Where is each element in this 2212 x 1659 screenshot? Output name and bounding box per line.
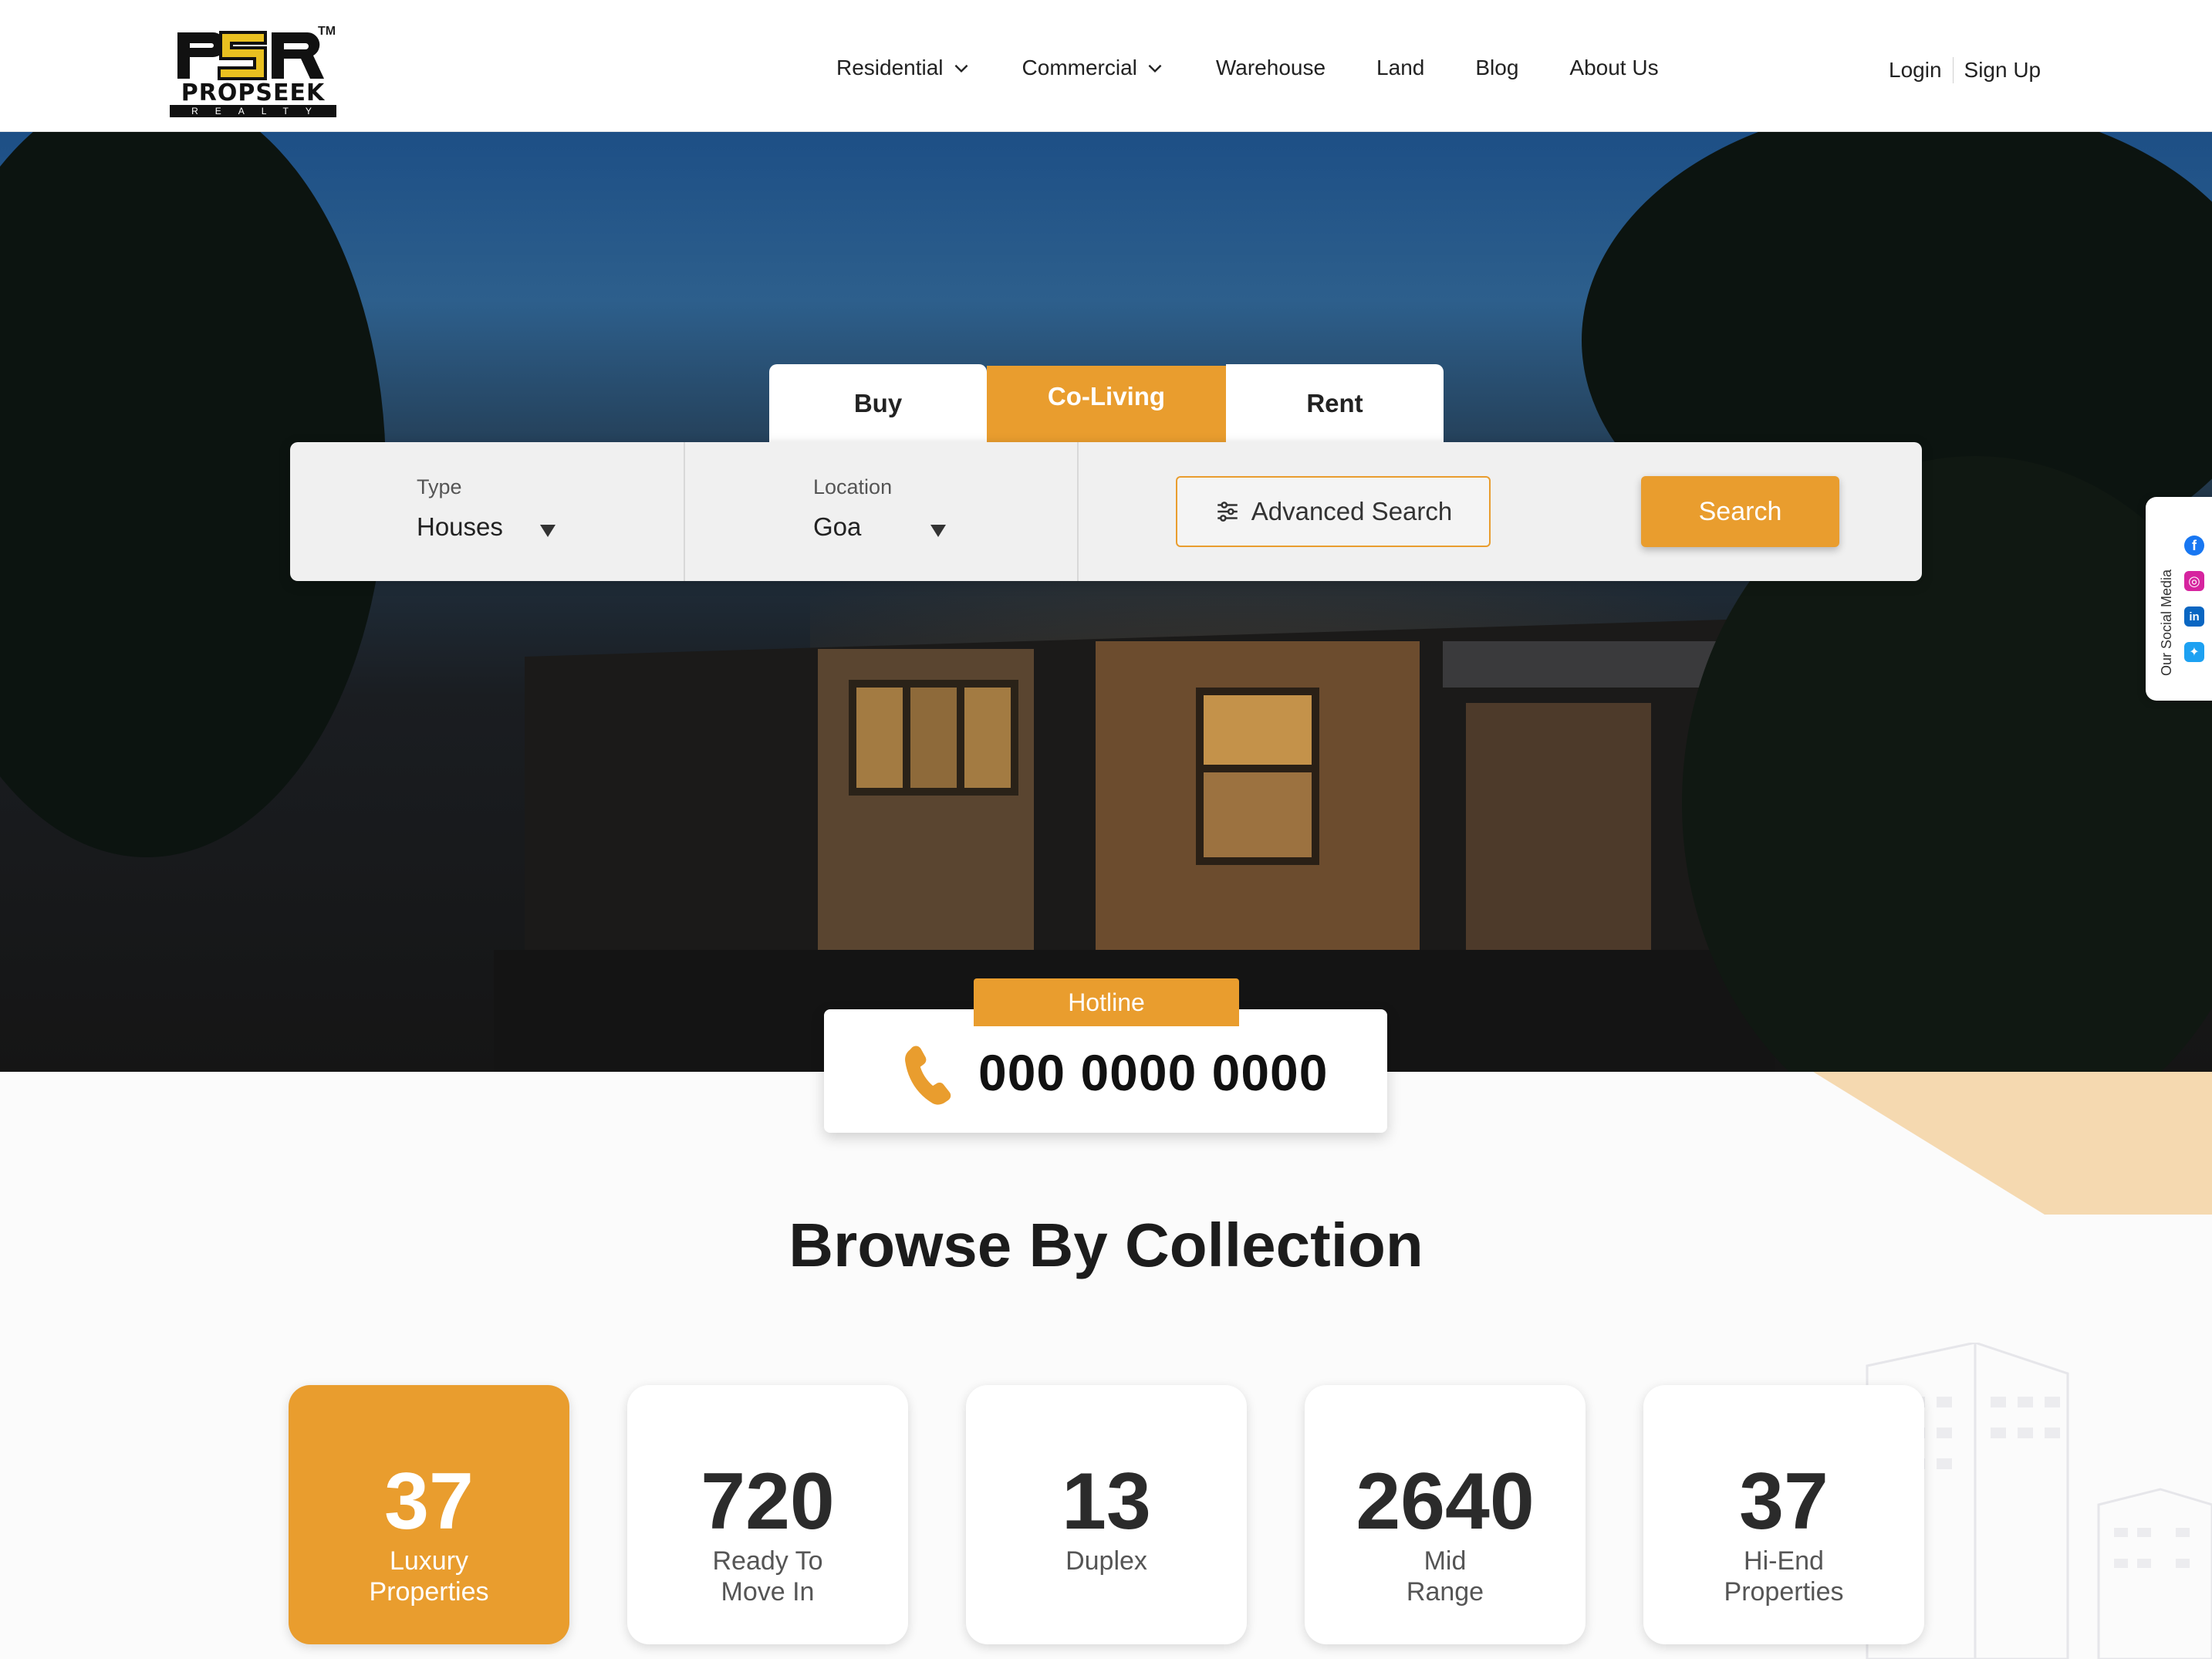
collection-label-line: Luxury bbox=[389, 1546, 469, 1576]
social-media-sidebar: Our Social Media f ◎ in ✦ bbox=[2146, 497, 2212, 701]
social-media-label: Our Social Media bbox=[2159, 569, 2174, 676]
location-label: Location bbox=[813, 475, 893, 498]
hotline-number: 000 0000 0000 bbox=[978, 1044, 1329, 1101]
nav-label: About Us bbox=[1569, 56, 1659, 79]
chevron-down-icon bbox=[954, 64, 968, 73]
nav-label: Land bbox=[1376, 56, 1425, 79]
collection-label-line: Hi-End bbox=[1744, 1546, 1824, 1576]
type-label: Type bbox=[417, 475, 462, 498]
brand-name: PROPSEEK bbox=[181, 79, 326, 106]
advanced-search-button[interactable]: Advanced Search bbox=[1176, 476, 1491, 547]
decorative-wedge bbox=[1813, 1072, 2212, 1215]
collection-label-line: Duplex bbox=[1065, 1546, 1147, 1576]
collection-count: 37 bbox=[1739, 1457, 1829, 1546]
instagram-icon[interactable]: ◎ bbox=[2184, 571, 2204, 591]
nav-residential[interactable]: Residential bbox=[836, 56, 971, 80]
twitter-icon[interactable]: ✦ bbox=[2184, 642, 2204, 662]
type-value: Houses bbox=[417, 512, 503, 541]
nav-label: Blog bbox=[1475, 56, 1519, 79]
caret-down-icon bbox=[930, 525, 946, 537]
nav-label: Warehouse bbox=[1215, 56, 1326, 79]
listing-mode-tabs: Buy Co-Living Rent bbox=[769, 364, 1444, 443]
chevron-down-icon bbox=[1148, 64, 1162, 73]
search-button[interactable]: Search bbox=[1641, 476, 1839, 547]
collection-label-line: Ready To bbox=[712, 1546, 823, 1576]
auth-divider bbox=[1952, 57, 1954, 83]
nav-warehouse[interactable]: Warehouse bbox=[1216, 56, 1326, 80]
sliders-icon bbox=[1217, 502, 1238, 522]
collection-label: Ready To Move In bbox=[627, 1546, 908, 1607]
nav-about-us[interactable]: About Us bbox=[1569, 56, 1658, 80]
collection-label: Luxury Properties bbox=[289, 1546, 569, 1607]
facebook-icon[interactable]: f bbox=[2184, 536, 2204, 556]
signup-link[interactable]: Sign Up bbox=[1964, 58, 2041, 83]
hero-banner bbox=[0, 132, 2212, 1072]
nav-blog[interactable]: Blog bbox=[1475, 56, 1518, 80]
collection-label-line: Range bbox=[1406, 1577, 1484, 1607]
collection-label-line: Mid bbox=[1423, 1546, 1467, 1576]
nav-commercial[interactable]: Commercial bbox=[1022, 56, 1165, 80]
collection-card-mid-range[interactable]: 2640 Mid Range bbox=[1305, 1385, 1586, 1644]
tab-rent[interactable]: Rent bbox=[1226, 364, 1444, 443]
collection-label-line: Properties bbox=[1724, 1577, 1844, 1607]
phone-icon bbox=[905, 1046, 951, 1105]
collection-card-duplex[interactable]: 13 Duplex bbox=[966, 1385, 1247, 1644]
tab-co-living[interactable]: Co-Living bbox=[987, 366, 1226, 443]
collection-card-ready-to-move-in[interactable]: 720 Ready To Move In bbox=[627, 1385, 908, 1644]
type-select[interactable]: Type Houses bbox=[386, 463, 571, 556]
tab-buy[interactable]: Buy bbox=[769, 364, 987, 443]
caret-down-icon bbox=[540, 525, 556, 537]
collection-label: Hi-End Properties bbox=[1643, 1546, 1924, 1607]
location-select[interactable]: Location Goa bbox=[782, 463, 968, 556]
trademark: TM bbox=[318, 25, 336, 38]
hotline-box[interactable]: 000 0000 0000 bbox=[824, 1009, 1387, 1133]
section-title: Browse By Collection bbox=[789, 1211, 1423, 1279]
main-nav: Residential Commercial Warehouse Land Bl… bbox=[836, 56, 1710, 80]
hotline-tag: Hotline bbox=[974, 978, 1239, 1026]
psr-logo-mark bbox=[173, 31, 327, 80]
nav-land[interactable]: Land bbox=[1376, 56, 1424, 80]
collection-count: 37 bbox=[384, 1457, 474, 1546]
collection-count: 2640 bbox=[1356, 1457, 1535, 1546]
site-header: TM PROPSEEK REALTY Residential Commercia… bbox=[0, 0, 2212, 132]
collection-label-line: Properties bbox=[369, 1577, 489, 1607]
nav-label: Commercial bbox=[1022, 56, 1137, 79]
collection-count: 720 bbox=[701, 1457, 835, 1546]
search-divider bbox=[1077, 442, 1079, 581]
linkedin-icon[interactable]: in bbox=[2184, 606, 2204, 627]
advanced-search-label: Advanced Search bbox=[1251, 497, 1453, 525]
search-divider bbox=[684, 442, 685, 581]
collection-count: 13 bbox=[1062, 1457, 1151, 1546]
login-link[interactable]: Login bbox=[1889, 58, 1942, 83]
brand-subtitle: REALTY bbox=[170, 105, 336, 117]
collection-label: Mid Range bbox=[1305, 1546, 1586, 1607]
collection-card-luxury-properties[interactable]: 37 Luxury Properties bbox=[289, 1385, 569, 1644]
collection-card-hi-end-properties[interactable]: 37 Hi-End Properties bbox=[1643, 1385, 1924, 1644]
collection-label: Duplex bbox=[966, 1546, 1247, 1576]
collection-label-line: Move In bbox=[721, 1577, 815, 1607]
location-value: Goa bbox=[813, 512, 862, 541]
auth-links: Login Sign Up bbox=[1889, 57, 2041, 83]
propseek-logo[interactable]: TM PROPSEEK REALTY bbox=[170, 25, 339, 117]
nav-label: Residential bbox=[836, 56, 944, 79]
